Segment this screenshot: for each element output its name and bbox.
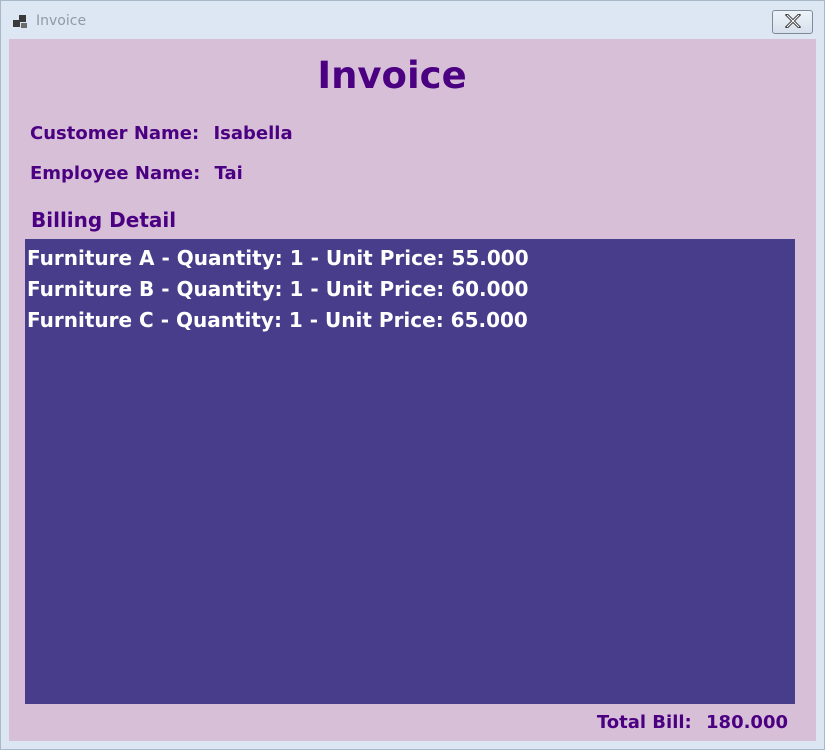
total-bill-value: 180.000	[706, 712, 788, 733]
customer-name-row: Customer Name: Isabella	[30, 123, 293, 144]
list-item[interactable]: Furniture C - Quantity: 1 - Unit Price: …	[25, 305, 795, 336]
total-bill-row: Total Bill: 180.000	[597, 712, 788, 733]
window-title: Invoice	[36, 13, 87, 29]
total-bill-label: Total Bill:	[596, 712, 692, 733]
employee-name-label: Employee Name:	[30, 163, 201, 184]
customer-name-label: Customer Name:	[30, 123, 200, 144]
customer-name-value: Isabella	[213, 123, 293, 144]
list-item[interactable]: Furniture A - Quantity: 1 - Unit Price: …	[25, 243, 795, 274]
employee-name-row: Employee Name: Tai	[30, 163, 243, 184]
close-button[interactable]	[772, 10, 813, 34]
billing-detail-heading: Billing Detail	[31, 208, 177, 232]
title-bar[interactable]: Invoice	[1, 1, 824, 39]
list-item[interactable]: Furniture B - Quantity: 1 - Unit Price: …	[25, 274, 795, 305]
form-client-area: Invoice Customer Name: Isabella Employee…	[9, 39, 816, 741]
app-icon[interactable]	[13, 14, 29, 30]
employee-name-value: Tai	[214, 163, 243, 184]
invoice-window: Invoice Invoice Customer Name: Isabella …	[0, 0, 825, 750]
page-title: Invoice	[317, 54, 467, 97]
billing-detail-list[interactable]: Furniture A - Quantity: 1 - Unit Price: …	[25, 239, 795, 704]
close-icon	[784, 12, 801, 32]
